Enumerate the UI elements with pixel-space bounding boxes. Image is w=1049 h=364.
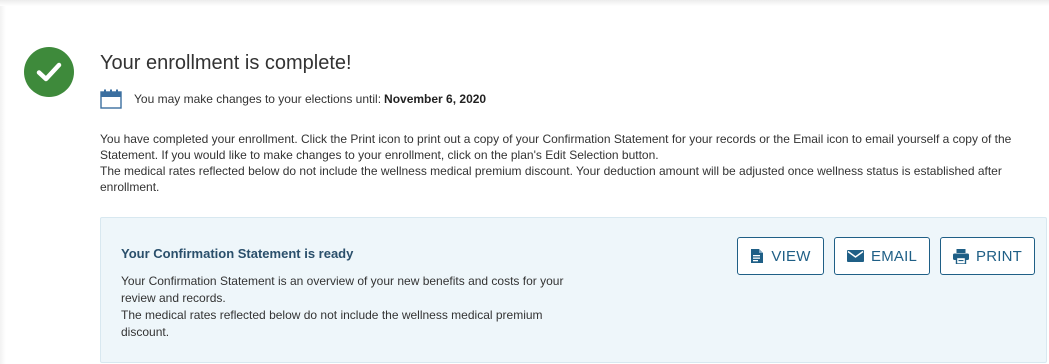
email-button-label: EMAIL xyxy=(870,247,917,265)
confirmation-statement-panel: Your Confirmation Statement is ready You… xyxy=(100,217,1047,363)
deadline-label: You may make changes to your elections u… xyxy=(134,92,382,106)
deadline-date: November 6, 2020 xyxy=(384,92,487,106)
envelope-icon xyxy=(846,250,864,262)
view-button[interactable]: VIEW xyxy=(737,237,824,275)
print-button[interactable]: PRINT xyxy=(940,237,1035,275)
calendar-icon xyxy=(100,89,122,109)
enrollment-instructions: You have completed your enrollment. Clic… xyxy=(100,131,1040,195)
check-circle-icon xyxy=(24,47,74,97)
panel-description-overview: Your Confirmation Statement is an overvi… xyxy=(121,274,564,305)
panel-description: Your Confirmation Statement is an overvi… xyxy=(121,273,581,341)
printer-icon xyxy=(953,248,969,264)
panel-description-wellness: The medical rates reflected below do not… xyxy=(121,308,543,339)
view-button-label: VIEW xyxy=(771,247,811,265)
document-icon xyxy=(751,249,764,263)
page-title: Your enrollment is complete! xyxy=(100,52,352,74)
election-deadline: You may make changes to your elections u… xyxy=(100,86,486,112)
email-button[interactable]: EMAIL xyxy=(834,237,930,275)
wellness-notice-paragraph: The medical rates reflected below do not… xyxy=(100,164,1002,194)
panel-title: Your Confirmation Statement is ready xyxy=(121,246,354,261)
print-button-label: PRINT xyxy=(976,247,1022,265)
instructions-paragraph: You have completed your enrollment. Clic… xyxy=(100,132,1012,162)
enrollment-confirmation-page: Your enrollment is complete! You may mak… xyxy=(0,0,1049,364)
top-shadow xyxy=(0,0,1049,6)
left-edge xyxy=(0,6,6,364)
